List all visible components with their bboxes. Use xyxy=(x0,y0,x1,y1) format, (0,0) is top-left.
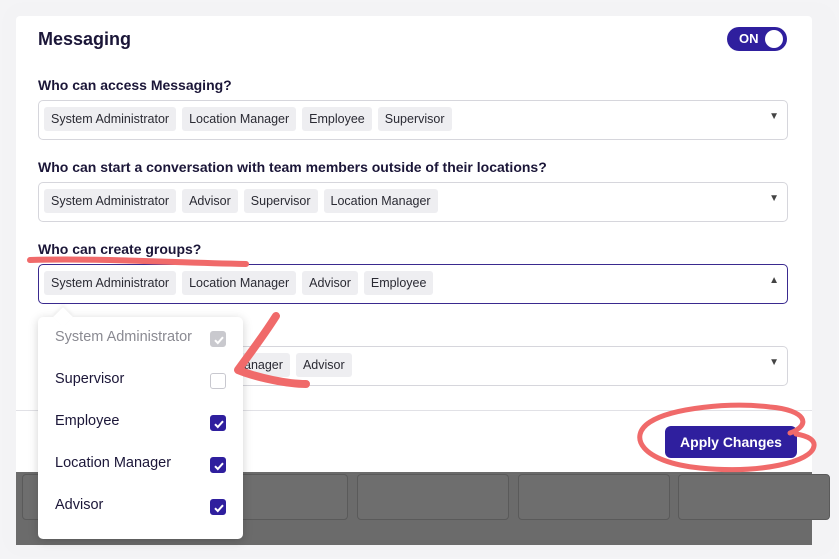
dropdown-option-advisor[interactable]: Advisor xyxy=(38,485,243,527)
option-label: Location Manager xyxy=(55,455,172,471)
role-chip: anager xyxy=(237,353,290,377)
option-checkbox[interactable] xyxy=(210,457,226,473)
dropdown-option-system-administrator: System Administrator xyxy=(38,317,243,359)
option-label: Supervisor xyxy=(55,371,125,387)
section-title: Messaging xyxy=(38,29,132,49)
messaging-toggle[interactable]: ON xyxy=(727,27,787,51)
role-chip: Employee xyxy=(363,271,434,295)
roles-dropdown-menu: System Administrator Supervisor Employee… xyxy=(38,307,243,539)
caret-up-icon[interactable]: ▲ xyxy=(769,275,779,286)
role-chip: Supervisor xyxy=(377,107,452,131)
dropdown-option-employee[interactable]: Employee xyxy=(38,401,243,443)
apply-changes-button[interactable]: Apply Changes xyxy=(665,426,797,458)
toggle-label: ON xyxy=(739,31,759,46)
option-label: Advisor xyxy=(55,497,104,513)
caret-down-icon[interactable]: ▼ xyxy=(769,111,779,122)
caret-down-icon[interactable]: ▼ xyxy=(769,193,779,204)
background-tile xyxy=(357,474,509,520)
role-chip: System Administrator xyxy=(44,189,177,213)
role-chip: Advisor xyxy=(302,271,358,295)
outside-conversation-roles-select[interactable]: System Administrator Advisor Supervisor … xyxy=(38,182,788,222)
role-chip: Location Manager xyxy=(323,189,438,213)
role-chip: System Administrator xyxy=(44,107,177,131)
check-icon xyxy=(214,336,224,345)
option-checkbox xyxy=(210,331,226,347)
role-chip: Advisor xyxy=(182,189,238,213)
check-icon xyxy=(214,420,224,429)
create-groups-roles-select[interactable]: System Administrator Location Manager Ad… xyxy=(38,264,788,304)
role-chip: Location Manager xyxy=(182,271,297,295)
option-checkbox[interactable] xyxy=(210,415,226,431)
question-outside-conversation-label: Who can start a conversation with team m… xyxy=(38,159,547,175)
role-chip: Location Manager xyxy=(182,107,297,131)
background-tile xyxy=(518,474,670,520)
option-checkbox[interactable] xyxy=(210,499,226,515)
toggle-knob xyxy=(765,30,783,48)
option-checkbox[interactable] xyxy=(210,373,226,389)
dropdown-option-supervisor[interactable]: Supervisor xyxy=(38,359,243,401)
option-label: Employee xyxy=(55,413,120,429)
role-chip: Employee xyxy=(302,107,372,131)
role-chip: System Administrator xyxy=(44,271,177,295)
option-label: System Administrator xyxy=(55,329,192,345)
caret-down-icon[interactable]: ▼ xyxy=(769,357,779,368)
background-tile xyxy=(678,474,830,520)
dropdown-option-location-manager[interactable]: Location Manager xyxy=(38,443,243,485)
role-chip: Supervisor xyxy=(243,189,318,213)
question-access-label: Who can access Messaging? xyxy=(38,77,232,93)
access-roles-select[interactable]: System Administrator Location Manager Em… xyxy=(38,100,788,140)
role-chip: Advisor xyxy=(295,353,352,377)
question-create-groups-label: Who can create groups? xyxy=(38,241,202,257)
check-icon xyxy=(214,462,224,471)
check-icon xyxy=(214,504,224,513)
